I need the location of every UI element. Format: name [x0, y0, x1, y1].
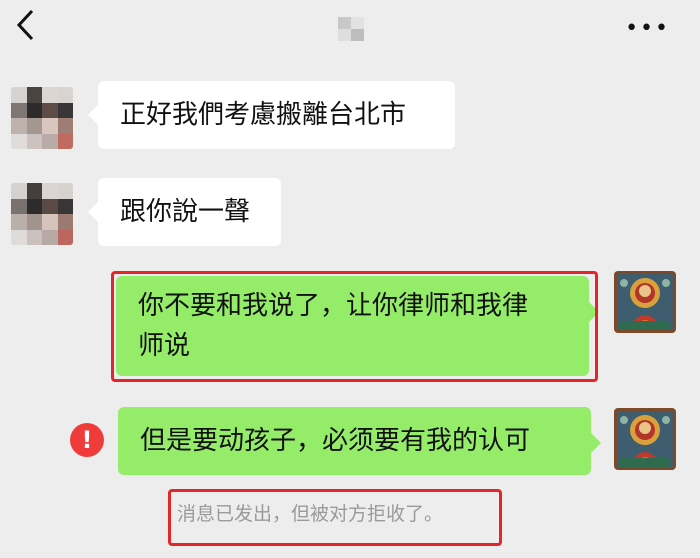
avatar[interactable]	[11, 183, 73, 245]
self-avatar[interactable]	[614, 271, 676, 333]
highlight-box	[111, 271, 598, 382]
self-avatar[interactable]	[614, 408, 676, 470]
avatar[interactable]	[11, 87, 73, 149]
message-bubble[interactable]: 跟你說一聲	[88, 178, 281, 246]
message-text: 跟你說一聲	[120, 197, 251, 227]
chevron-left-icon[interactable]	[14, 8, 38, 42]
highlight-box	[168, 489, 502, 546]
message-bubble[interactable]: 正好我們考慮搬離台北市	[88, 81, 455, 149]
message-text: 但是要动孩子，必须要有我的认可	[140, 426, 531, 456]
chat-header: •••	[0, 0, 700, 56]
exclamation-icon[interactable]: !	[70, 423, 104, 457]
contact-name-blurred	[338, 17, 364, 41]
more-dots-icon[interactable]: •••	[625, 18, 670, 40]
message-text: 正好我們考慮搬離台北市	[120, 100, 407, 130]
message-bubble[interactable]: 但是要动孩子，必须要有我的认可	[118, 407, 601, 475]
